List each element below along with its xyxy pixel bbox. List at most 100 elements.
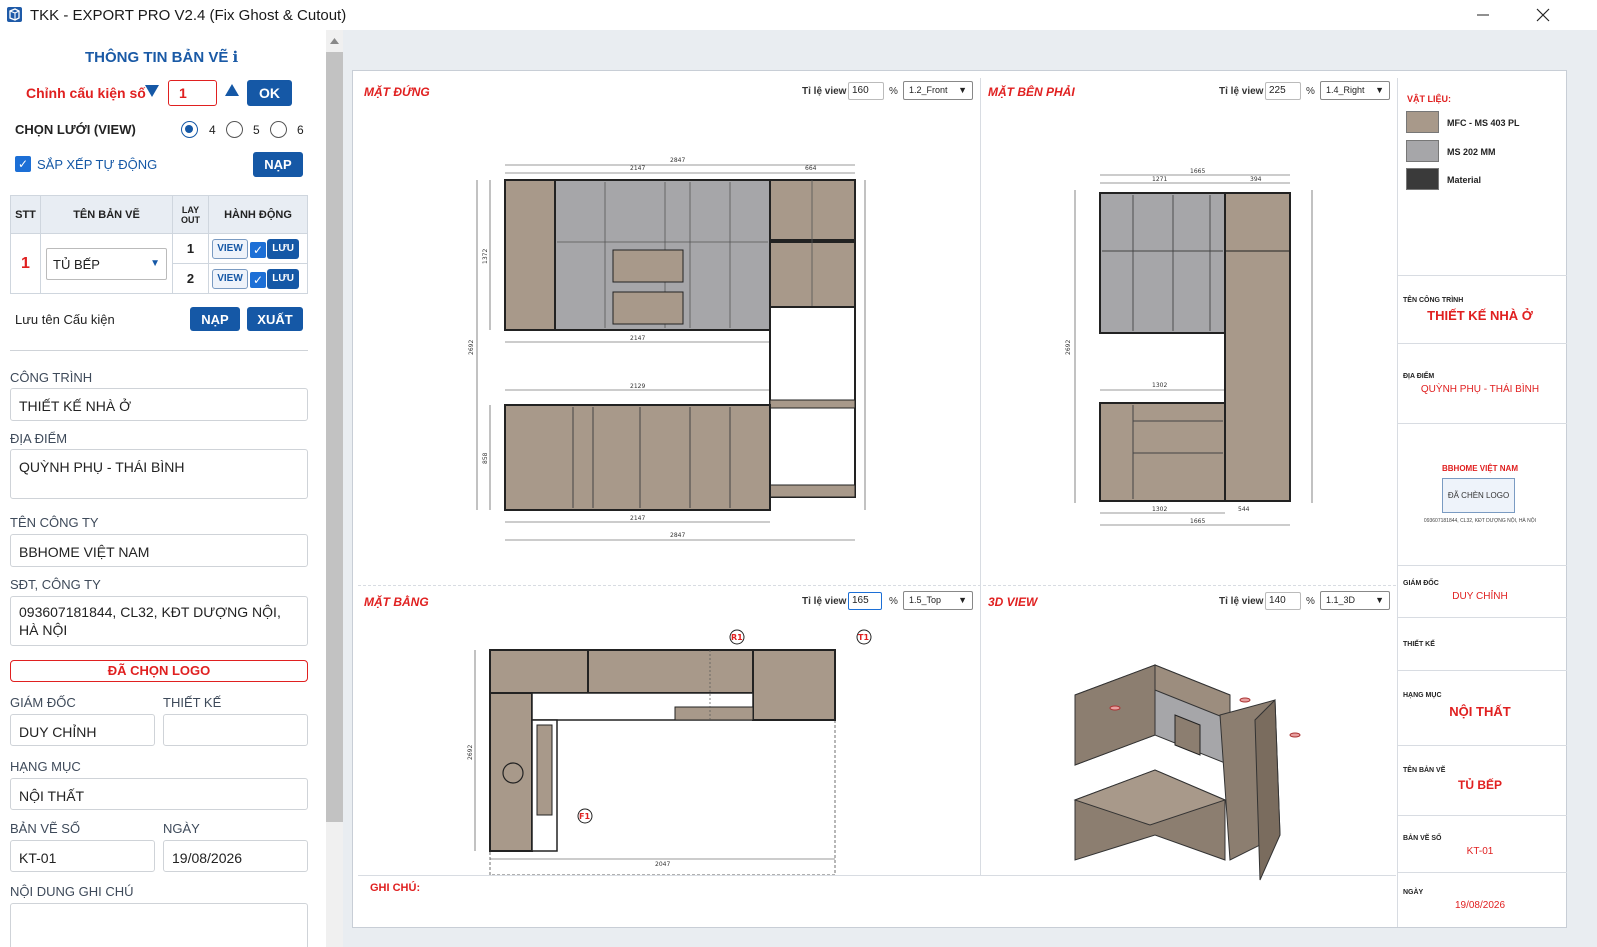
dim-front-top: 2847 bbox=[670, 157, 685, 164]
tb-project-label: TÊN CÔNG TRÌNH bbox=[1403, 297, 1464, 304]
view-title-3d: 3D VIEW bbox=[988, 595, 1038, 609]
category-label: HẠNG MỤC bbox=[10, 759, 81, 774]
company-input[interactable]: BBHOME VIỆT NAM bbox=[10, 534, 308, 567]
view-separator-h bbox=[358, 585, 1396, 586]
project-input[interactable]: THIẾT KẾ NHÀ Ở bbox=[10, 388, 308, 421]
designer-input[interactable] bbox=[163, 714, 308, 746]
tb-location-label: ĐỊA ĐIỂM bbox=[1403, 373, 1435, 380]
save-button-2[interactable]: LƯU bbox=[267, 268, 300, 289]
ok-button[interactable]: OK bbox=[247, 80, 292, 106]
date-input[interactable]: 19/08/2026 bbox=[163, 840, 308, 872]
divider bbox=[10, 350, 308, 351]
3d-view-drawing bbox=[1073, 664, 1301, 881]
auto-arrange-label: SẮP XẾP TỰ ĐỘNG bbox=[37, 157, 158, 172]
note-textarea[interactable] bbox=[10, 903, 308, 947]
drawing-name-select[interactable]: TỦ BẾP ▼ bbox=[46, 247, 167, 280]
location-textarea[interactable]: QUỲNH PHỤ - THÁI BÌNH bbox=[10, 449, 308, 499]
export-button[interactable]: XUẤT bbox=[247, 307, 303, 331]
save-checkbox-1[interactable]: ✓ bbox=[250, 241, 267, 258]
chevron-down-icon: ▼ bbox=[1375, 85, 1384, 95]
dim-front-h: 2692 bbox=[468, 340, 475, 355]
save-checkbox-2[interactable]: ✓ bbox=[250, 271, 267, 288]
grid-radio-6[interactable] bbox=[270, 121, 287, 138]
tb-category-label: HẠNG MỤC bbox=[1403, 692, 1442, 699]
scene-select-3d[interactable]: 1.1_3D ▼ bbox=[1320, 591, 1390, 610]
tb-logo-placeholder: ĐÃ CHÈN LOGO bbox=[1442, 478, 1515, 513]
layout-no-2: 2 bbox=[172, 263, 209, 294]
director-label: GIÁM ĐỐC bbox=[10, 695, 76, 710]
material-swatch-2 bbox=[1406, 140, 1439, 162]
category-input[interactable]: NỘI THẤT bbox=[10, 778, 308, 810]
dim-front-h2: 1372 bbox=[482, 249, 489, 264]
location-label: ĐỊA ĐIỂM bbox=[10, 431, 68, 446]
save-button-1[interactable]: LƯU bbox=[267, 238, 300, 259]
layout-no-1: 1 bbox=[172, 233, 209, 264]
scale-input-top[interactable]: 165 bbox=[848, 592, 882, 610]
grid-radio-4[interactable] bbox=[181, 121, 198, 138]
component-no-input[interactable]: 1 bbox=[168, 80, 217, 106]
scale-label-right: Tỉ lệ view bbox=[1219, 86, 1264, 97]
scroll-up-icon[interactable] bbox=[330, 38, 339, 44]
close-button[interactable] bbox=[1513, 0, 1573, 30]
left-scrollbar[interactable] bbox=[326, 30, 343, 947]
title-bar: TKK - EXPORT PRO V2.4 (Fix Ghost & Cutou… bbox=[0, 0, 1597, 30]
view-button-2[interactable]: VIEW bbox=[212, 268, 248, 289]
view-button-1[interactable]: VIEW bbox=[212, 238, 248, 259]
load-button[interactable]: NẠP bbox=[253, 152, 303, 177]
action-cell-1: VIEW ✓ LƯU bbox=[208, 233, 308, 264]
scale-input-3d[interactable]: 140 bbox=[1265, 592, 1301, 610]
scene-value-3d: 1.1_3D bbox=[1326, 595, 1356, 605]
auto-arrange-checkbox[interactable]: ✓ bbox=[15, 156, 31, 172]
tb-company: BBHOME VIỆT NAM bbox=[1442, 464, 1518, 473]
action-cell-2: VIEW ✓ LƯU bbox=[208, 263, 308, 294]
titleblock-separator bbox=[1397, 78, 1398, 927]
dim-front-bot2: 2847 bbox=[670, 532, 685, 539]
maximize-button-area[interactable] bbox=[1455, 0, 1515, 30]
decrement-arrow-icon[interactable] bbox=[145, 85, 159, 97]
tb-drawing-label: TÊN BẢN VẼ bbox=[1403, 767, 1446, 774]
pct-top: % bbox=[889, 596, 898, 607]
drawing-no-input[interactable]: KT-01 bbox=[10, 840, 155, 872]
tb-designer-label: THIẾT KẾ bbox=[1403, 641, 1435, 648]
scene-select-top[interactable]: 1.5_Top ▼ bbox=[903, 591, 973, 610]
scene-select-front[interactable]: 1.2_Front ▼ bbox=[903, 81, 973, 100]
grid-option-5: 5 bbox=[253, 123, 260, 137]
view-separator-v bbox=[980, 78, 981, 875]
right-gutter bbox=[1567, 30, 1597, 947]
scene-select-right[interactable]: 1.4_Right ▼ bbox=[1320, 81, 1390, 100]
dim-right-h: 2692 bbox=[1065, 340, 1072, 355]
grid-label: CHỌN LƯỚI (VIEW) bbox=[15, 122, 136, 137]
scale-input-right[interactable]: 225 bbox=[1265, 82, 1301, 100]
scale-label-front: Tỉ lệ view bbox=[802, 86, 847, 97]
scene-value-right: 1.4_Right bbox=[1326, 85, 1365, 95]
col-action: HÀNH ĐỘNG bbox=[208, 195, 308, 234]
drawing-name-value: TỦ BẾP bbox=[53, 256, 100, 272]
tb-project: THIẾT KẾ NHÀ Ở bbox=[1427, 308, 1533, 323]
scroll-thumb[interactable] bbox=[326, 52, 343, 822]
view-title-front: MẶT ĐỨNG bbox=[364, 85, 430, 99]
app-icon bbox=[7, 7, 22, 22]
tb-divider-8 bbox=[1397, 815, 1567, 816]
marker-r1: R1 bbox=[731, 633, 743, 642]
grid-radio-5[interactable] bbox=[226, 121, 243, 138]
logo-button[interactable]: ĐÃ CHỌN LOGO bbox=[10, 660, 308, 682]
phone-textarea[interactable]: 093607181844, CL32, KĐT DƯỢNG NỘI, HÀ NỘ… bbox=[10, 596, 308, 646]
tb-divider-2 bbox=[1397, 343, 1567, 344]
phone-label: SĐT, CÔNG TY bbox=[10, 577, 101, 592]
increment-arrow-icon[interactable] bbox=[225, 84, 239, 96]
material-name-2: MS 202 MM bbox=[1447, 147, 1496, 157]
tb-location: QUỲNH PHỤ - THÁI BÌNH bbox=[1420, 384, 1540, 395]
view-title-right: MẶT BÊN PHẢI bbox=[988, 85, 1075, 99]
material-swatch-1 bbox=[1406, 111, 1439, 133]
director-input[interactable]: DUY CHỈNH bbox=[10, 714, 155, 746]
panel-title: THÔNG TIN BẢN VẼ ℹ bbox=[85, 49, 239, 66]
drawing-no-label: BẢN VẼ SỐ bbox=[10, 821, 81, 836]
grid-option-6: 6 bbox=[297, 123, 304, 137]
right-elevation-drawing: 1665 1271 394 1302 1302 544 1665 2692 bbox=[1065, 168, 1313, 526]
tb-director-label: GIÁM ĐỐC bbox=[1403, 580, 1439, 587]
load-button-2[interactable]: NẠP bbox=[190, 307, 240, 331]
dim-top-w: 2047 bbox=[655, 861, 670, 868]
tb-category: NỘI THẤT bbox=[1449, 704, 1511, 719]
top-plan-drawing: R1 T1 F1 2047 2692 bbox=[467, 629, 872, 875]
scale-input-front[interactable]: 160 bbox=[848, 82, 884, 100]
